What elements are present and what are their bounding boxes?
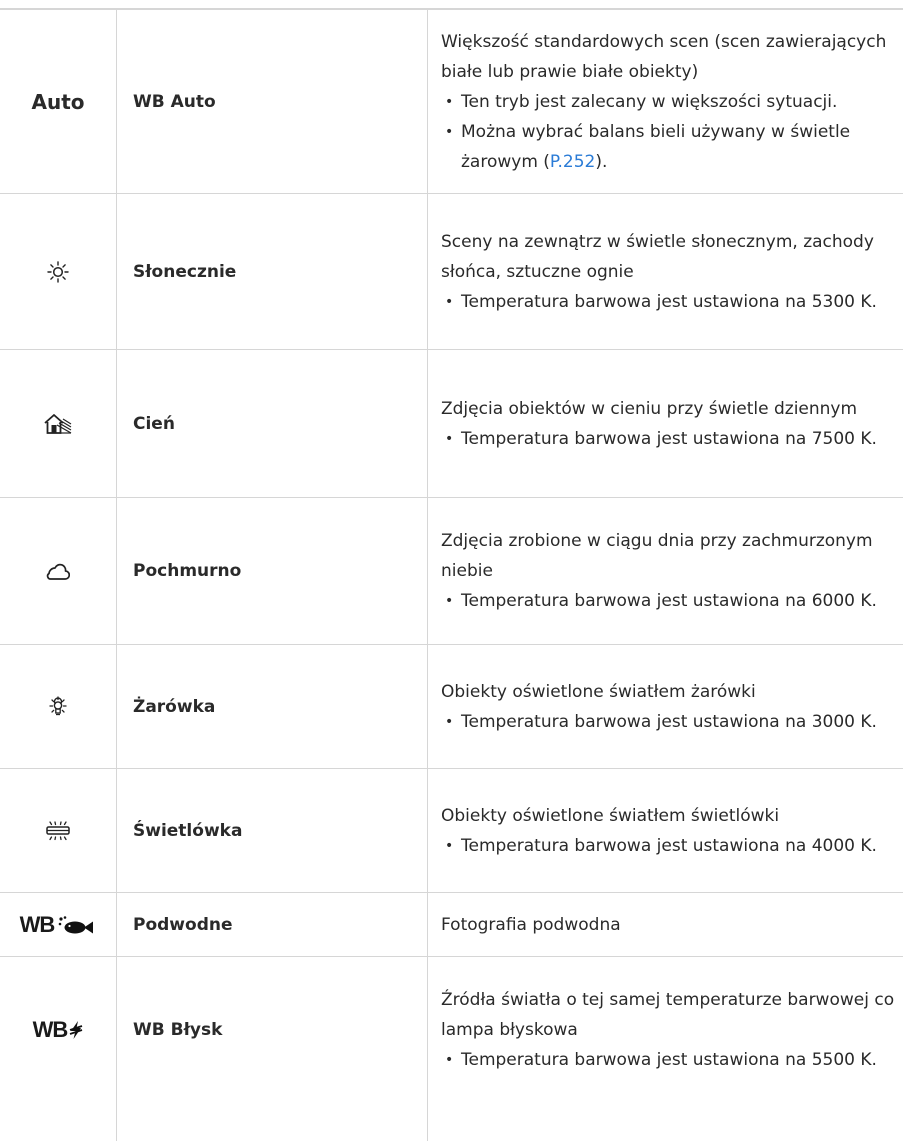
mode-name: Cień [133, 413, 175, 434]
mode-name: Podwodne [133, 914, 233, 935]
mode-name: Słonecznie [133, 261, 237, 282]
table-row: Pochmurno Zdjęcia zrobione w ciągu dnia … [0, 498, 903, 645]
mode-cell [0, 498, 116, 644]
mode-description-cell: Obiekty oświetlone światłem świetlówki T… [441, 769, 903, 892]
bullet-item: Temperatura barwowa jest ustawiona na 55… [441, 1045, 903, 1075]
mode-name: Żarówka [133, 696, 216, 717]
mode-description: Zdjęcia obiektów w cieniu przy świetle d… [441, 398, 858, 419]
bullet-item: Można wybrać balans bieli używany w świe… [441, 117, 903, 177]
table-row: WB WB Błysk Źródła światła o tej samej t… [0, 957, 903, 1103]
mode-description: Obiekty oświetlone światłem świetlówki [441, 805, 780, 826]
table-row: WB Podwodne Fotografia podwodna [0, 893, 903, 957]
auto-mode-label: Auto [31, 89, 85, 114]
mode-cell [0, 194, 116, 349]
mode-name: Świetlówka [133, 820, 243, 841]
bullet-item: Temperatura barwowa jest ustawiona na 30… [441, 707, 903, 737]
mode-description-cell: Zdjęcia obiektów w cieniu przy świetle d… [441, 350, 903, 497]
column-divider [116, 8, 117, 1141]
mode-name: Pochmurno [133, 561, 242, 581]
mode-description: Obiekty oświetlone światłem żarówki [441, 681, 756, 702]
incandescent-bulb-icon [49, 695, 67, 715]
table-row: Żarówka Obiekty oświetlone światłem żaró… [0, 645, 903, 769]
underwater-wb-icon: WB [20, 912, 97, 938]
page-reference-link[interactable]: P.252 [550, 152, 595, 172]
bullet-item: Temperatura barwowa jest ustawiona na 53… [441, 287, 903, 317]
mode-description-cell: Źródła światła o tej samej temperaturze … [441, 957, 903, 1103]
bullet-item: Ten tryb jest zalecany w większości sytu… [441, 87, 903, 117]
bullet-list: Ten tryb jest zalecany w większości sytu… [441, 87, 903, 177]
lightning-bolt-icon [70, 1021, 83, 1039]
table-row: Auto WB Auto Większość standardowych sce… [0, 8, 903, 194]
mode-description: Fotografia podwodna [441, 914, 621, 935]
column-divider [427, 8, 428, 1141]
white-balance-table: Auto WB Auto Większość standardowych sce… [0, 8, 903, 1103]
underwater-wb-icon-text: WB [19, 911, 56, 937]
mode-cell [0, 350, 116, 497]
mode-description-cell: Zdjęcia zrobione w ciągu dnia przy zachm… [441, 498, 903, 644]
table-row: Cień Zdjęcia obiektów w cieniu przy świe… [0, 350, 903, 498]
bullet-list: Temperatura barwowa jest ustawiona na 55… [441, 1045, 903, 1075]
bullet-list: Temperatura barwowa jest ustawiona na 40… [441, 831, 903, 861]
mode-cell [0, 645, 116, 768]
bullet-item: Temperatura barwowa jest ustawiona na 60… [441, 586, 903, 616]
mode-name: WB Błysk [133, 1020, 223, 1040]
mode-description: Sceny na zewnątrz w świetle słonecznym, … [441, 231, 874, 282]
mode-description: Źródła światła o tej samej temperaturze … [441, 990, 895, 1040]
table-row: Świetlówka Obiekty oświetlone światłem ś… [0, 769, 903, 893]
sun-icon [47, 260, 69, 283]
flash-wb-icon: WB [33, 1017, 84, 1043]
mode-description-cell: Większość standardowych scen (scen zawie… [441, 10, 903, 193]
shade-icon [44, 413, 72, 434]
mode-description-cell: Obiekty oświetlone światłem żarówki Temp… [441, 645, 903, 768]
bullet-text-suffix: ). [595, 151, 608, 172]
mode-description-cell: Fotografia podwodna [441, 893, 903, 956]
bullet-list: Temperatura barwowa jest ustawiona na 60… [441, 586, 903, 616]
bullet-list: Temperatura barwowa jest ustawiona na 53… [441, 287, 903, 317]
fluorescent-lamp-icon [46, 820, 70, 840]
flash-wb-icon-text: WB [32, 1017, 69, 1042]
bullet-text: Można wybrać balans bieli używany w świe… [461, 121, 851, 172]
mode-name: WB Auto [133, 91, 216, 112]
mode-cell: Auto [0, 10, 116, 193]
bullet-item: Temperatura barwowa jest ustawiona na 40… [441, 831, 903, 861]
cloud-icon [46, 563, 70, 580]
mode-description-cell: Sceny na zewnątrz w świetle słonecznym, … [441, 194, 903, 349]
bullet-list: Temperatura barwowa jest ustawiona na 75… [441, 424, 903, 454]
bullet-item: Temperatura barwowa jest ustawiona na 75… [441, 424, 903, 454]
mode-cell: WB [0, 893, 116, 956]
mode-description: Większość standardowych scen (scen zawie… [441, 31, 887, 82]
table-row: Słonecznie Sceny na zewnątrz w świetle s… [0, 194, 903, 350]
mode-description: Zdjęcia zrobione w ciągu dnia przy zachm… [441, 531, 873, 581]
bullet-list: Temperatura barwowa jest ustawiona na 30… [441, 707, 903, 737]
fish-icon [59, 915, 94, 933]
mode-cell [0, 769, 116, 892]
mode-cell: WB [0, 957, 116, 1103]
